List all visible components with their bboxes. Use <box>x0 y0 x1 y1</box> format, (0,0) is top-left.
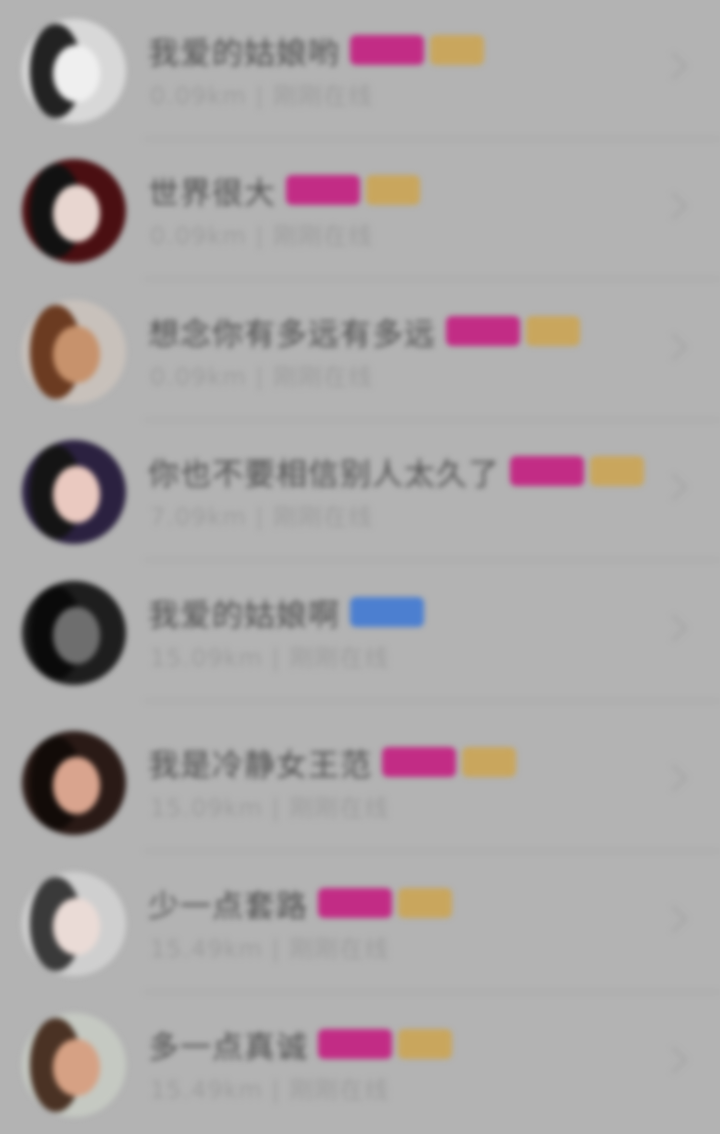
vip-badge <box>318 1029 392 1059</box>
distance: 15.09km <box>150 644 263 672</box>
distance: 0.09km <box>150 363 247 391</box>
vip-badge <box>286 175 360 205</box>
name-line: 少一点套路 <box>148 881 452 925</box>
name-line: 我是冷静女王范 <box>148 740 516 784</box>
chevron-right-icon <box>659 191 689 221</box>
vip-badge <box>510 456 584 486</box>
avatar[interactable] <box>22 581 126 685</box>
vip-badge <box>350 597 424 627</box>
separator: | <box>271 794 281 822</box>
user-name: 世界很大 <box>148 175 276 212</box>
avatar[interactable] <box>22 731 126 835</box>
name-line: 我爱的姑娘哟 <box>148 28 484 72</box>
user-meta: 0.09km | 刚刚在线 <box>150 357 373 392</box>
online-status: 刚刚在线 <box>289 644 390 672</box>
name-line: 你也不要相信别人太久了 <box>148 449 644 493</box>
vip-badge <box>382 747 456 777</box>
distance: 0.09km <box>150 222 247 250</box>
chevron-right-icon <box>659 763 689 793</box>
list-item[interactable]: 我爱的姑娘啊 15.09km | 刚刚在线 <box>0 562 720 702</box>
separator: | <box>255 503 265 531</box>
avatar[interactable] <box>22 19 126 123</box>
distance: 15.09km <box>150 794 263 822</box>
chevron-right-icon <box>659 472 689 502</box>
user-meta: 15.09km | 刚刚在线 <box>150 788 389 823</box>
list-item[interactable]: 想念你有多远有多远 0.09km | 刚刚在线 <box>0 281 720 421</box>
user-meta: 15.09km | 刚刚在线 <box>150 638 389 673</box>
divider <box>145 559 720 561</box>
online-status: 刚刚在线 <box>273 222 374 250</box>
divider <box>145 278 720 280</box>
level-badge <box>590 456 644 486</box>
online-status: 刚刚在线 <box>273 503 374 531</box>
user-name: 多一点真诚 <box>148 1029 308 1066</box>
level-badge <box>366 175 420 205</box>
divider <box>145 700 720 702</box>
list-item[interactable]: 我是冷静女王范 15.09km | 刚刚在线 <box>0 712 720 852</box>
separator: | <box>255 363 265 391</box>
distance: 15.49km <box>150 935 263 963</box>
separator: | <box>271 1076 281 1104</box>
user-meta: 0.09km | 刚刚在线 <box>150 76 373 111</box>
user-meta: 0.09km | 刚刚在线 <box>150 216 373 251</box>
divider <box>145 850 720 852</box>
level-badge <box>398 1029 452 1059</box>
divider <box>145 991 720 993</box>
avatar[interactable] <box>22 440 126 544</box>
user-name: 我爱的姑娘啊 <box>148 597 340 634</box>
distance: 15.49km <box>150 1076 263 1104</box>
nearby-user-list: 我爱的姑娘哟 0.09km | 刚刚在线 世界很大 0.09km | 刚刚在线 … <box>0 0 720 1134</box>
vip-badge <box>446 316 520 346</box>
chevron-right-icon <box>659 613 689 643</box>
name-line: 我爱的姑娘啊 <box>148 590 424 634</box>
chevron-right-icon <box>659 51 689 81</box>
distance: 7.09km <box>150 503 247 531</box>
vip-badge <box>350 35 424 65</box>
user-meta: 15.49km | 刚刚在线 <box>150 1070 389 1105</box>
user-meta: 15.49km | 刚刚在线 <box>150 929 389 964</box>
user-name: 少一点套路 <box>148 888 308 925</box>
user-name: 我是冷静女王范 <box>148 747 372 784</box>
level-badge <box>462 747 516 777</box>
list-item[interactable]: 世界很大 0.09km | 刚刚在线 <box>0 140 720 280</box>
online-status: 刚刚在线 <box>289 935 390 963</box>
online-status: 刚刚在线 <box>289 1076 390 1104</box>
user-meta: 7.09km | 刚刚在线 <box>150 497 373 532</box>
level-badge <box>430 35 484 65</box>
distance: 0.09km <box>150 82 247 110</box>
chevron-right-icon <box>659 904 689 934</box>
chevron-right-icon <box>659 1045 689 1075</box>
name-line: 想念你有多远有多远 <box>148 309 580 353</box>
avatar[interactable] <box>22 159 126 263</box>
avatar[interactable] <box>22 872 126 976</box>
list-item[interactable]: 少一点套路 15.49km | 刚刚在线 <box>0 853 720 993</box>
separator: | <box>255 222 265 250</box>
user-name: 想念你有多远有多远 <box>148 316 436 353</box>
list-item[interactable]: 多一点真诚 15.49km | 刚刚在线 <box>0 994 720 1134</box>
level-badge <box>526 316 580 346</box>
name-line: 多一点真诚 <box>148 1022 452 1066</box>
chevron-right-icon <box>659 332 689 362</box>
avatar[interactable] <box>22 1013 126 1117</box>
separator: | <box>271 644 281 672</box>
list-item[interactable]: 我爱的姑娘哟 0.09km | 刚刚在线 <box>0 0 720 140</box>
list-item[interactable]: 你也不要相信别人太久了 7.09km | 刚刚在线 <box>0 421 720 561</box>
user-name: 你也不要相信别人太久了 <box>148 456 500 493</box>
separator: | <box>255 82 265 110</box>
vip-badge <box>318 888 392 918</box>
avatar[interactable] <box>22 300 126 404</box>
name-line: 世界很大 <box>148 168 420 212</box>
separator: | <box>271 935 281 963</box>
user-name: 我爱的姑娘哟 <box>148 35 340 72</box>
online-status: 刚刚在线 <box>273 363 374 391</box>
level-badge <box>398 888 452 918</box>
online-status: 刚刚在线 <box>289 794 390 822</box>
online-status: 刚刚在线 <box>273 82 374 110</box>
